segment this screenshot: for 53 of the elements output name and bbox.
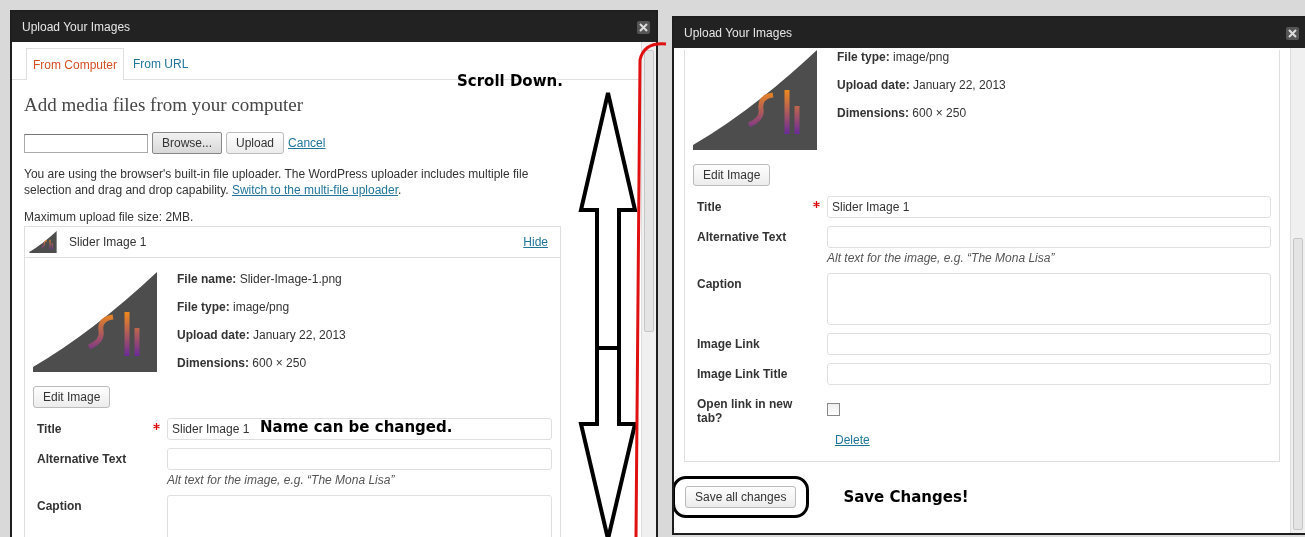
text-field[interactable]: Slider Image 1	[827, 196, 1271, 218]
field-label: Title	[697, 199, 723, 216]
field-label: Image Link	[697, 336, 761, 353]
checkbox[interactable]	[827, 403, 840, 416]
file-input-field[interactable]	[24, 133, 148, 153]
file-detail: File type: image/png	[177, 300, 291, 314]
text-field[interactable]	[827, 333, 1271, 355]
close-icon[interactable]	[637, 20, 650, 34]
text-field[interactable]	[167, 448, 552, 470]
scrollbar[interactable]	[641, 42, 656, 537]
file-detail: File name: Slider-Image-1.png	[177, 272, 343, 286]
text-field[interactable]: Slider Image 1 Name can be changed.	[167, 418, 552, 440]
scrollbar[interactable]	[1290, 48, 1305, 533]
field-label: Image Link Title	[697, 366, 789, 383]
switch-uploader-link[interactable]: Switch to the multi-file uploader	[231, 183, 399, 197]
tab[interactable]: From Computer	[26, 48, 125, 80]
field-label: Alternative Text	[37, 451, 128, 468]
browse-button[interactable]: Browse...	[152, 132, 222, 154]
annotation-text: Scroll Down.	[457, 72, 563, 90]
text-field[interactable]	[827, 363, 1271, 385]
field-label: Title	[37, 421, 63, 438]
dialog-title: Upload Your Images	[22, 20, 131, 34]
edit-image-button[interactable]: Edit Image	[693, 164, 771, 186]
file-detail: Upload date: January 22, 2013	[837, 78, 1006, 92]
text-field[interactable]	[827, 226, 1271, 248]
uploader-notice: You are using the browser's built-in file uploader. The WordPress uploader includes multiple file selection and drag and drop capability. Switch to the multi-file uploader.	[24, 166, 530, 198]
save-all-button[interactable]: Save all changes	[685, 486, 797, 508]
tab[interactable]: From URL	[126, 48, 196, 79]
field-label: Caption	[37, 498, 83, 515]
file-detail: Dimensions: 600 × 250	[837, 106, 968, 120]
max-size-text: Maximum upload file size: 2MB.	[24, 210, 195, 224]
item-name: Slider Image 1	[69, 235, 148, 249]
annotation-text: Save Changes!	[843, 488, 969, 506]
thumbnail-image	[27, 231, 59, 253]
close-icon[interactable]	[1286, 26, 1299, 40]
dialog-title: Upload Your Images	[684, 26, 793, 40]
file-detail: Upload date: January 22, 2013	[177, 328, 346, 342]
field-label: Alternative Text	[697, 229, 788, 246]
upload-button[interactable]: Upload	[226, 132, 285, 154]
page-heading: Add media files from your computer	[24, 94, 305, 116]
delete-link[interactable]: Delete	[835, 433, 870, 447]
caption-textarea[interactable]	[167, 495, 552, 537]
caption-textarea[interactable]	[827, 273, 1271, 325]
file-detail: File type: image/png	[837, 50, 951, 64]
help-text: Alt text for the image, e.g. “The Mona Lisa”	[167, 473, 396, 487]
annotation-note: Name can be changed.	[260, 418, 453, 436]
file-detail: Dimensions: 600 × 250	[177, 356, 308, 370]
edit-image-button[interactable]: Edit Image	[33, 386, 111, 408]
hide-link[interactable]: Hide	[523, 235, 548, 249]
field-label: Caption	[697, 276, 743, 293]
field-label: Open link in new tab?	[697, 396, 794, 425]
help-text: Alt text for the image, e.g. “The Mona Lisa”	[827, 251, 1056, 265]
cancel-link[interactable]: Cancel	[288, 136, 326, 150]
